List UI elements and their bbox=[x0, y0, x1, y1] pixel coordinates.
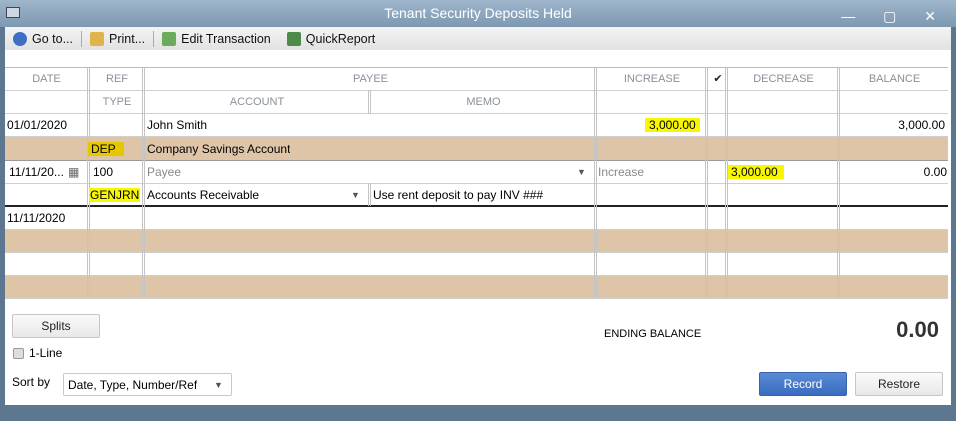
col-balance: BALANCE bbox=[868, 73, 921, 85]
system-menu-icon[interactable] bbox=[6, 7, 20, 18]
row1-balance: 3,000.00 bbox=[898, 118, 945, 132]
one-line-label: 1-Line bbox=[29, 346, 63, 360]
register: DATE REF PAYEE INCREASE ✔ DECREASE BALAN… bbox=[5, 50, 951, 405]
row3-date[interactable]: 11/11/2020 bbox=[7, 207, 65, 229]
toolbar: Go to... Print... Edit Transaction Quick… bbox=[5, 27, 951, 50]
sort-by-select[interactable]: Date, Type, Number/Ref ▼ bbox=[63, 373, 232, 396]
col-payee: PAYEE bbox=[352, 73, 389, 85]
title-bar: Tenant Security Deposits Held — ▢ ✕ bbox=[0, 0, 956, 27]
col-ref: REF bbox=[106, 73, 128, 85]
row2-ref[interactable]: 100 bbox=[93, 161, 113, 183]
col-increase: INCREASE bbox=[623, 73, 681, 85]
one-line-checkbox[interactable] bbox=[13, 348, 24, 359]
calendar-icon[interactable]: ▦ bbox=[68, 161, 79, 183]
print-button[interactable]: Print... bbox=[82, 27, 153, 50]
row2-decrease-input[interactable]: 3,000.00 bbox=[728, 165, 784, 179]
printer-icon bbox=[90, 31, 104, 46]
edit-label: Edit Transaction bbox=[181, 31, 271, 46]
row1-account[interactable]: Company Savings Account bbox=[147, 138, 290, 160]
row2-increase-input[interactable]: Increase bbox=[598, 161, 644, 183]
quickreport-label: QuickReport bbox=[305, 31, 376, 46]
goto-button[interactable]: Go to... bbox=[5, 27, 81, 50]
window-title: Tenant Security Deposits Held bbox=[384, 5, 572, 21]
register-window: Tenant Security Deposits Held — ▢ ✕ Go t… bbox=[0, 0, 956, 421]
sort-by-label: Sort by bbox=[12, 375, 51, 389]
record-button[interactable]: Record bbox=[759, 372, 847, 396]
col-type: TYPE bbox=[102, 96, 132, 108]
col-account: ACCOUNT bbox=[229, 96, 285, 108]
restore-button[interactable]: Restore bbox=[855, 372, 943, 396]
row2-payee-input[interactable]: Payee bbox=[147, 161, 181, 183]
goto-label: Go to... bbox=[32, 31, 73, 46]
ending-balance-label: ENDING BALANCE bbox=[604, 328, 702, 340]
row2-account-input[interactable]: Accounts Receivable bbox=[147, 184, 259, 206]
edit-transaction-button[interactable]: Edit Transaction bbox=[154, 27, 279, 50]
up-down-arrows-icon bbox=[13, 31, 27, 46]
row1-type: DEP bbox=[88, 142, 124, 156]
row2-memo-input[interactable]: Use rent deposit to pay INV ### bbox=[373, 184, 543, 206]
col-date: DATE bbox=[32, 73, 61, 85]
row1-increase[interactable]: 3,000.00 bbox=[645, 118, 700, 132]
splits-button[interactable]: Splits bbox=[12, 314, 100, 338]
col-decrease: DECREASE bbox=[753, 73, 814, 85]
account-dropdown-arrow-icon[interactable]: ▼ bbox=[351, 184, 360, 206]
ending-balance-value: 0.00 bbox=[896, 317, 939, 342]
quickreport-button[interactable]: QuickReport bbox=[279, 27, 383, 50]
row1-date[interactable]: 01/01/2020 bbox=[7, 114, 67, 136]
report-magnifier-icon bbox=[286, 31, 301, 46]
window-controls[interactable]: — ▢ ✕ bbox=[841, 3, 948, 30]
row2-balance: 0.00 bbox=[923, 165, 947, 179]
sort-by-value: Date, Type, Number/Ref bbox=[68, 378, 198, 392]
row2-type: GENJRN bbox=[89, 188, 141, 202]
print-label: Print... bbox=[109, 31, 146, 46]
row2-date[interactable]: 11/11/20... bbox=[9, 161, 64, 183]
chevron-down-icon: ▼ bbox=[214, 380, 223, 390]
row1-payee[interactable]: John Smith bbox=[147, 114, 207, 136]
edit-icon bbox=[162, 31, 177, 46]
col-memo: MEMO bbox=[466, 96, 501, 108]
payee-dropdown-arrow-icon[interactable]: ▼ bbox=[577, 161, 586, 183]
